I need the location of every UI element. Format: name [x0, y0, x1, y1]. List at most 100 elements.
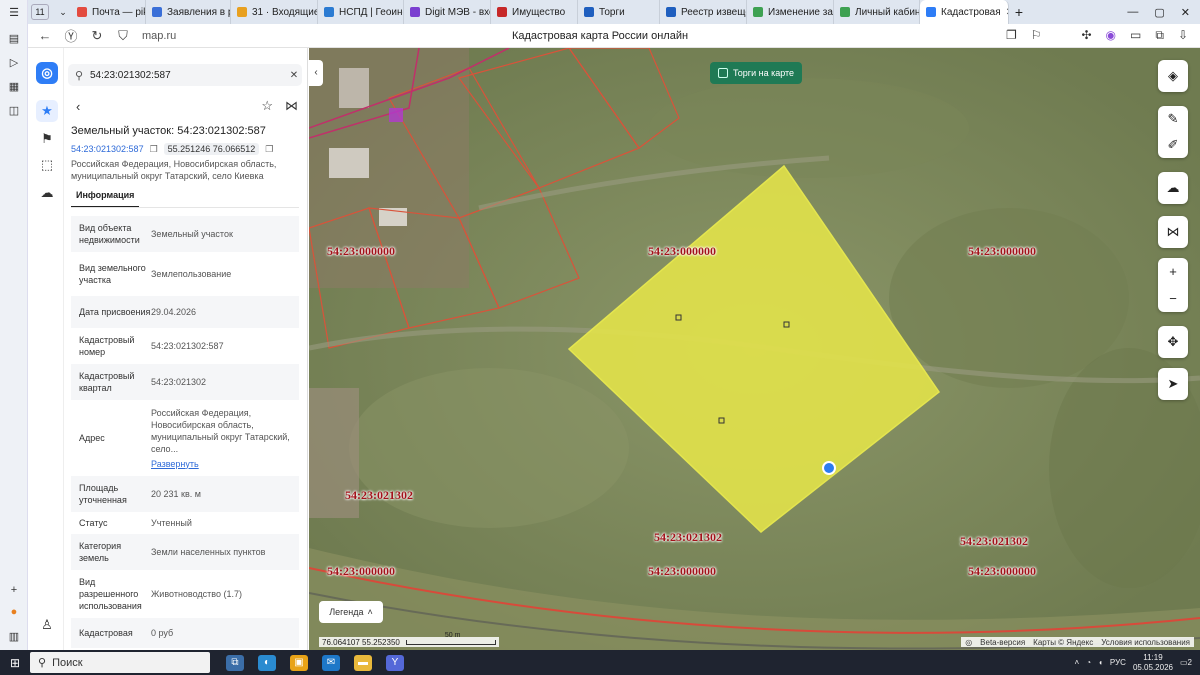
menu-icon[interactable]: ☰: [6, 6, 22, 22]
parcel-ids: 54:23:021302:587 ❐ 55.251246 76.066512 ❐: [71, 143, 273, 155]
notifications-icon[interactable]: ▭2: [1180, 658, 1192, 667]
property-row: Адрес Российская Федерация, Новосибирская…: [71, 400, 299, 476]
tab-counter[interactable]: 11: [31, 4, 49, 20]
zoom-in-button[interactable]: +: [1169, 264, 1177, 279]
browser-tab[interactable]: Торги: [578, 0, 660, 24]
calendar-icon[interactable]: ▦: [6, 80, 22, 96]
share-map-button[interactable]: ⋈: [1158, 216, 1188, 248]
url-text[interactable]: map.ru: [142, 30, 176, 42]
search-icon: ⚲: [74, 69, 84, 82]
move-icon: ✥: [1167, 334, 1179, 349]
reload-icon[interactable]: ↻: [84, 28, 110, 44]
copy-icon[interactable]: ❐: [1006, 28, 1017, 43]
navigation-arrow-icon: ➤: [1167, 376, 1179, 391]
property-row: Дата присвоения 29.04.2026: [71, 296, 299, 328]
yandex-icon[interactable]: Ⓨ: [58, 26, 84, 45]
browser-tab[interactable]: 31 · Входящие –: [231, 0, 318, 24]
shield-icon[interactable]: ⛉: [110, 28, 136, 44]
pan-button[interactable]: ✥: [1158, 326, 1188, 358]
attribution-text[interactable]: Карты © Яндекс: [1033, 638, 1093, 647]
messenger-icon[interactable]: ◫: [6, 104, 22, 120]
tab-label: Реестр извещен: [681, 6, 746, 18]
map-area[interactable]: ‹ Торги на карте 54:23:000000 54:23:0000…: [309, 48, 1200, 650]
alice-icon[interactable]: ◉: [1106, 28, 1116, 43]
back-arrow-icon[interactable]: ‹: [76, 99, 80, 114]
browser-tab[interactable]: Реестр извещен: [660, 0, 747, 24]
browser-tab[interactable]: Личный кабине: [834, 0, 920, 24]
sidebar-settings-icon[interactable]: ▥: [6, 630, 22, 646]
expand-address-link[interactable]: Развернуть: [151, 458, 291, 470]
cloud-icon[interactable]: ☁: [36, 182, 58, 204]
bookmark-icon[interactable]: ⚐: [1031, 28, 1042, 43]
task-view-icon[interactable]: ⧉: [226, 654, 244, 671]
tabs-icon[interactable]: ▭: [1130, 28, 1141, 43]
network-icon[interactable]: ◔: [1086, 658, 1091, 667]
browser-tab[interactable]: Digit МЭВ - вход: [404, 0, 491, 24]
back-icon[interactable]: ←: [32, 28, 58, 43]
app-logo[interactable]: ◎: [36, 62, 58, 84]
cadastral-link[interactable]: 54:23:021302:587: [71, 144, 144, 154]
select-area-icon[interactable]: ⬚: [36, 154, 58, 176]
user-icon[interactable]: ♙: [36, 614, 58, 636]
clear-icon[interactable]: ✕: [286, 70, 302, 81]
minimize-icon[interactable]: —: [1127, 6, 1138, 19]
browser-tab[interactable]: Имущество: [491, 0, 578, 24]
torgi-checkbox[interactable]: [718, 68, 728, 78]
browser-tab[interactable]: НСПД | Геоинф: [318, 0, 404, 24]
alice-sidebar-icon[interactable]: ●: [6, 606, 22, 622]
chevron-down-icon[interactable]: ⌄: [55, 7, 71, 18]
property-row: Кадастровый номер 54:23:021302:587: [71, 328, 299, 364]
layers-button[interactable]: ◈: [1158, 60, 1188, 92]
favorite-icon[interactable]: ☆: [261, 98, 273, 114]
outlook-icon[interactable]: ✉: [322, 654, 340, 671]
search-input[interactable]: [90, 69, 286, 81]
star-icon[interactable]: ★: [36, 100, 58, 122]
tray-chevron-icon[interactable]: ˄: [1075, 658, 1080, 667]
torgi-toggle[interactable]: Торги на карте: [710, 62, 803, 84]
browser-tab[interactable]: Почта — pikalin: [71, 0, 146, 24]
add-icon[interactable]: +: [6, 584, 22, 600]
ruler-icon[interactable]: ✎: [1168, 111, 1179, 127]
upload-button[interactable]: ☁: [1158, 172, 1188, 204]
cadastral-zone-label: 54:23:021302: [654, 530, 722, 544]
zoom-out-button[interactable]: −: [1169, 291, 1177, 306]
tab-information[interactable]: Информация: [71, 190, 140, 208]
terms-link[interactable]: Условия использования: [1101, 638, 1190, 647]
browser-tab[interactable]: Изменение зая: [747, 0, 834, 24]
new-tab-button[interactable]: +: [1009, 4, 1029, 20]
copy-cadastral-icon[interactable]: ❐: [150, 144, 158, 155]
clock[interactable]: 11:19 05.05.2026: [1133, 653, 1173, 673]
locate-button[interactable]: ➤: [1158, 368, 1188, 400]
maximize-icon[interactable]: ▢: [1154, 6, 1164, 19]
extensions-menu-icon[interactable]: ⧉: [1155, 28, 1164, 43]
map-canvas[interactable]: [309, 48, 1200, 650]
taskbar-search[interactable]: ⚲ Поиск: [30, 652, 210, 673]
tab-favicon-icon: [584, 7, 594, 17]
store-icon[interactable]: ▣: [290, 654, 308, 671]
legend-button[interactable]: Легенда ˄: [319, 601, 383, 623]
browser-tab[interactable]: Заявления в ра: [146, 0, 231, 24]
close-window-icon[interactable]: ✕: [1181, 6, 1190, 19]
search-box: ⚲ ✕: [68, 64, 302, 86]
windows-start-icon[interactable]: ⊞: [0, 656, 30, 670]
yandex-browser-icon[interactable]: Y: [386, 654, 404, 671]
browser-tab[interactable]: Кадастровая✕: [920, 0, 1009, 24]
download-icon[interactable]: ⇩: [1178, 28, 1188, 43]
property-value: 54:23:021302:587: [151, 340, 291, 352]
play-icon[interactable]: ▷: [6, 56, 22, 72]
volume-icon[interactable]: ◖: [1098, 658, 1103, 667]
collapse-panel-button[interactable]: ‹: [309, 60, 323, 86]
extension-icon[interactable]: ✣: [1081, 28, 1091, 43]
scale-bar: 50 m: [405, 632, 496, 645]
property-value-text: Земли населенных пунктов: [151, 547, 266, 557]
share-icon[interactable]: ⋈: [285, 98, 298, 114]
collections-icon[interactable]: ▤: [6, 32, 22, 48]
property-row: Категория земель Земли населенных пунктов: [71, 534, 299, 570]
edit-icon[interactable]: ✐: [1168, 137, 1179, 153]
layers-route-icon[interactable]: ⚑: [36, 128, 58, 150]
edge-icon[interactable]: ◐: [258, 654, 276, 671]
help-icon[interactable]: ◎: [965, 638, 972, 647]
explorer-icon[interactable]: ▬: [354, 654, 372, 671]
language-indicator[interactable]: РУС: [1110, 658, 1126, 667]
copy-coords-icon[interactable]: ❐: [265, 144, 273, 155]
